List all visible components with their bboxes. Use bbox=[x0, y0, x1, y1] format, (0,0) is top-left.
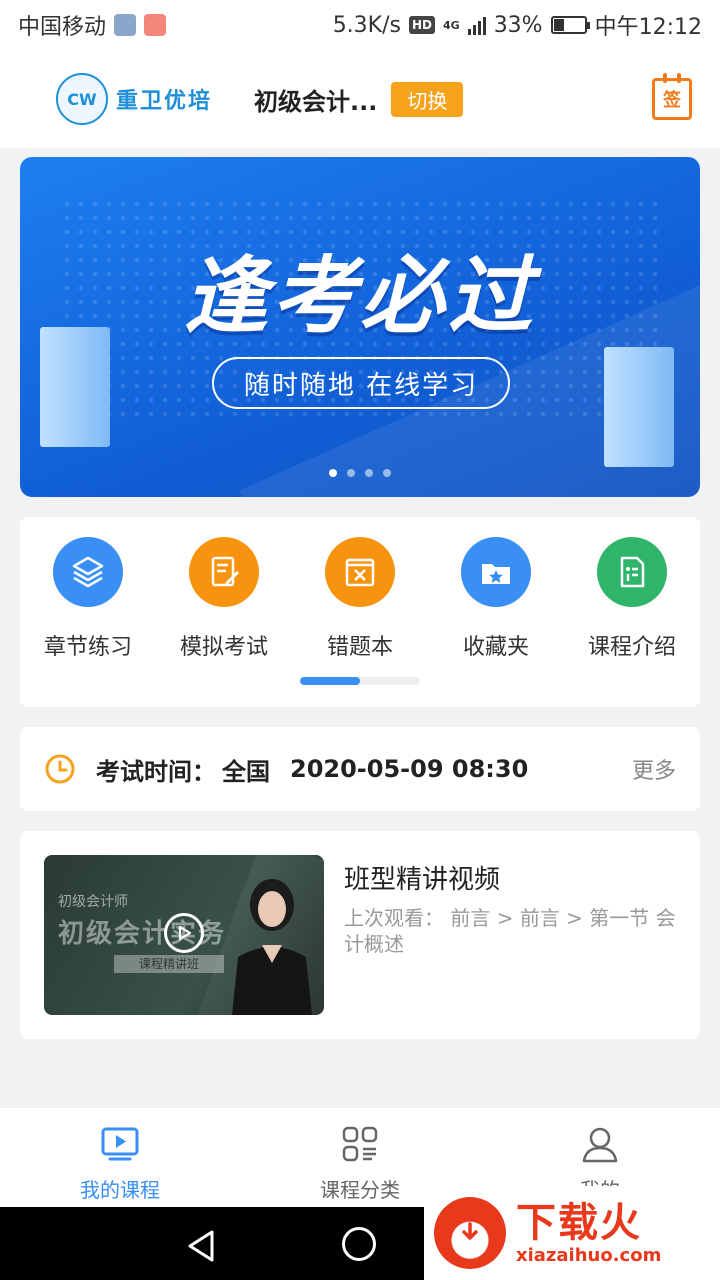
last-watched-text[interactable]: 上次观看： 前言 > 前言 > 第一节 会计概述 bbox=[344, 905, 680, 957]
battery-icon bbox=[550, 16, 590, 34]
banner-subtitle: 随时随地 在线学习 bbox=[212, 357, 510, 409]
tab-label: 课程分类 bbox=[320, 1178, 400, 1202]
signal-icon bbox=[467, 15, 486, 35]
favorite-folder-icon bbox=[461, 537, 531, 607]
menu-label: 章节练习 bbox=[43, 635, 132, 660]
checkin-calendar-icon[interactable]: 签 bbox=[652, 73, 692, 120]
battery-percent: 33% bbox=[493, 12, 543, 38]
menu-label: 错题本 bbox=[326, 635, 393, 660]
menu-item-favorites[interactable]: 收藏夹 bbox=[428, 537, 564, 661]
thumbnail-class-label: 课程精讲班 bbox=[114, 955, 224, 973]
tab-label: 我的课程 bbox=[80, 1178, 160, 1202]
exam-region: 全国 bbox=[222, 757, 270, 786]
video-thumbnail[interactable]: 初级会计师 初级会计实务 课程精讲班 bbox=[44, 855, 324, 1015]
brand-name: 重卫优培 bbox=[116, 89, 213, 114]
home-circle-icon[interactable] bbox=[342, 1227, 376, 1261]
promo-banner[interactable]: 逢考必过 随时随地 在线学习 bbox=[20, 157, 700, 497]
menu-item-wrong-book[interactable]: 错题本 bbox=[292, 537, 428, 661]
menu-item-chapter-practice[interactable]: 章节练习 bbox=[20, 537, 156, 661]
banner-indicator-dot[interactable] bbox=[383, 469, 391, 477]
menu-item-course-intro[interactable]: 课程介绍 bbox=[564, 537, 700, 661]
current-course-title: 初级会计... bbox=[254, 87, 378, 116]
banner-indicator-dot[interactable] bbox=[365, 469, 373, 477]
clock-icon bbox=[45, 754, 75, 784]
clock-time: 中午12:12 bbox=[594, 15, 702, 40]
video-course-card[interactable]: 初级会计师 初级会计实务 课程精讲班 班型精讲视频 上次观看： 前言 > 前言 … bbox=[20, 831, 700, 1039]
menu-page-scrollbar bbox=[300, 677, 420, 685]
banner-page-indicator bbox=[20, 469, 700, 477]
menu-label: 收藏夹 bbox=[462, 635, 529, 660]
watermark-text: 下载火 xiazaihuo.com bbox=[516, 1201, 661, 1266]
video-section-title: 班型精讲视频 bbox=[344, 865, 501, 895]
watermark-url: xiazaihuo.com bbox=[516, 1244, 662, 1266]
battery-fill bbox=[553, 19, 565, 31]
hd-icon: HD bbox=[408, 16, 435, 34]
course-info-icon bbox=[597, 537, 667, 607]
tab-my-courses[interactable]: 我的课程 bbox=[0, 1108, 240, 1207]
message-notification-icon bbox=[144, 14, 167, 36]
site-watermark: 下载火 xiazaihuo.com bbox=[424, 1186, 720, 1280]
network-type-icon: 4G bbox=[443, 18, 460, 32]
layers-icon bbox=[53, 537, 123, 607]
banner-indicator-dot[interactable] bbox=[347, 469, 355, 477]
menu-label: 课程介绍 bbox=[587, 635, 676, 660]
carrier-label: 中国移动 bbox=[18, 15, 107, 40]
feature-menu: 章节练习 模拟考试 错题本 收藏夹 课程介绍 bbox=[20, 517, 700, 707]
status-bar: 中国移动 5.3K/s HD 4G 33% 中午12:12 bbox=[0, 0, 720, 50]
banner-title: 逢考必过 bbox=[183, 247, 536, 345]
teacher-portrait-image bbox=[232, 879, 312, 1015]
wrong-book-icon bbox=[325, 537, 395, 607]
feature-menu-row: 章节练习 模拟考试 错题本 收藏夹 课程介绍 bbox=[20, 537, 700, 661]
app-header: CW 重卫优培 初级会计... 切换 签 bbox=[0, 50, 720, 148]
thumbnail-caption: 初级会计师 bbox=[58, 894, 128, 910]
exam-time-label: 考试时间： bbox=[96, 757, 216, 786]
back-triangle-icon[interactable] bbox=[186, 1229, 216, 1263]
grid-list-icon bbox=[342, 1126, 378, 1162]
play-icon[interactable] bbox=[164, 913, 204, 953]
exam-paper-icon bbox=[189, 537, 259, 607]
exam-date: 2020-05-09 08:30 bbox=[290, 755, 529, 783]
user-icon bbox=[582, 1127, 618, 1163]
watermark-name: 下载火 bbox=[516, 1199, 642, 1246]
play-screen-icon bbox=[101, 1127, 139, 1161]
menu-item-mock-exam[interactable]: 模拟考试 bbox=[156, 537, 292, 661]
banner-indicator-dot[interactable] bbox=[329, 469, 337, 477]
brand-logo: CW bbox=[56, 73, 108, 125]
exam-time-card: 考试时间： 全国 2020-05-09 08:30 更多 bbox=[20, 727, 700, 811]
menu-label: 模拟考试 bbox=[179, 635, 268, 660]
status-left: 中国移动 bbox=[18, 9, 167, 41]
building-illustration-right bbox=[604, 347, 674, 467]
status-right: 5.3K/s HD 4G 33% 中午12:12 bbox=[333, 9, 702, 41]
flame-logo-icon bbox=[434, 1197, 506, 1269]
menu-page-scrollbar-thumb bbox=[300, 677, 360, 685]
app-notification-icon bbox=[114, 14, 137, 36]
network-speed: 5.3K/s bbox=[332, 12, 401, 38]
exam-more-link[interactable]: 更多 bbox=[632, 753, 676, 785]
switch-course-button[interactable]: 切换 bbox=[391, 81, 464, 117]
checkin-label: 签 bbox=[663, 90, 681, 111]
